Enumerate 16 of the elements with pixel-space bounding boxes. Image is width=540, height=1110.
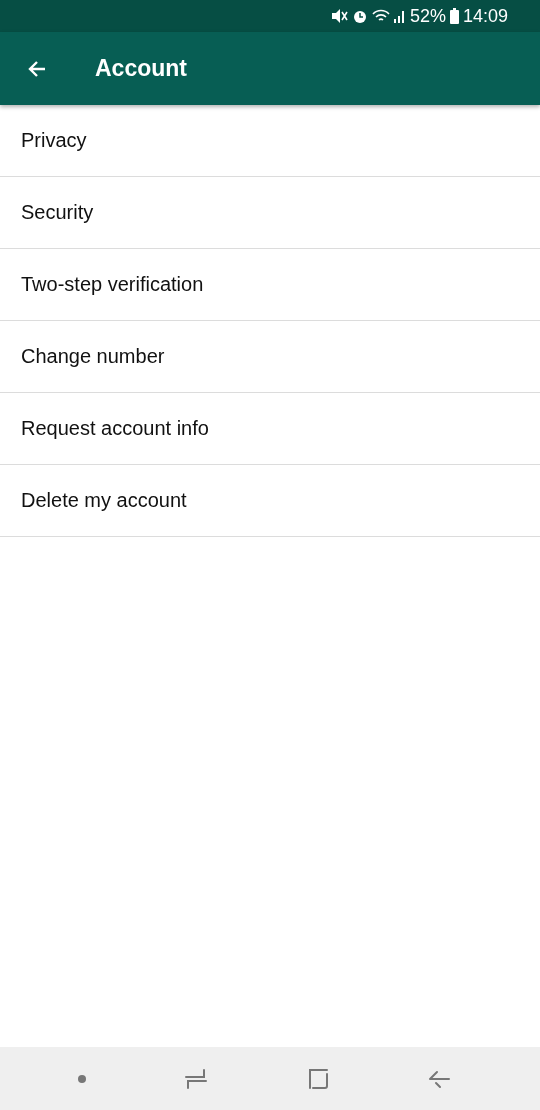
recent-apps-icon[interactable]: [184, 1066, 209, 1091]
signal-icon: [393, 8, 406, 24]
clock-time: 14:09: [462, 5, 508, 27]
settings-item[interactable]: Delete my account: [21, 489, 187, 512]
dot-icon[interactable]: [76, 1073, 87, 1084]
battery-icon: [449, 8, 459, 24]
settings-item[interactable]: Two-step verification: [21, 273, 204, 296]
settings-item[interactable]: Privacy: [21, 129, 87, 152]
settings-item[interactable]: Request account info: [21, 417, 209, 440]
battery-percent: 52%: [409, 5, 446, 27]
wifi-icon: [371, 8, 390, 24]
alarm-icon: [351, 8, 368, 24]
settings-item[interactable]: Security: [21, 201, 94, 224]
mute-icon: [329, 8, 348, 24]
settings-item[interactable]: Change number: [21, 345, 165, 368]
screen-title: Account: [95, 55, 187, 82]
